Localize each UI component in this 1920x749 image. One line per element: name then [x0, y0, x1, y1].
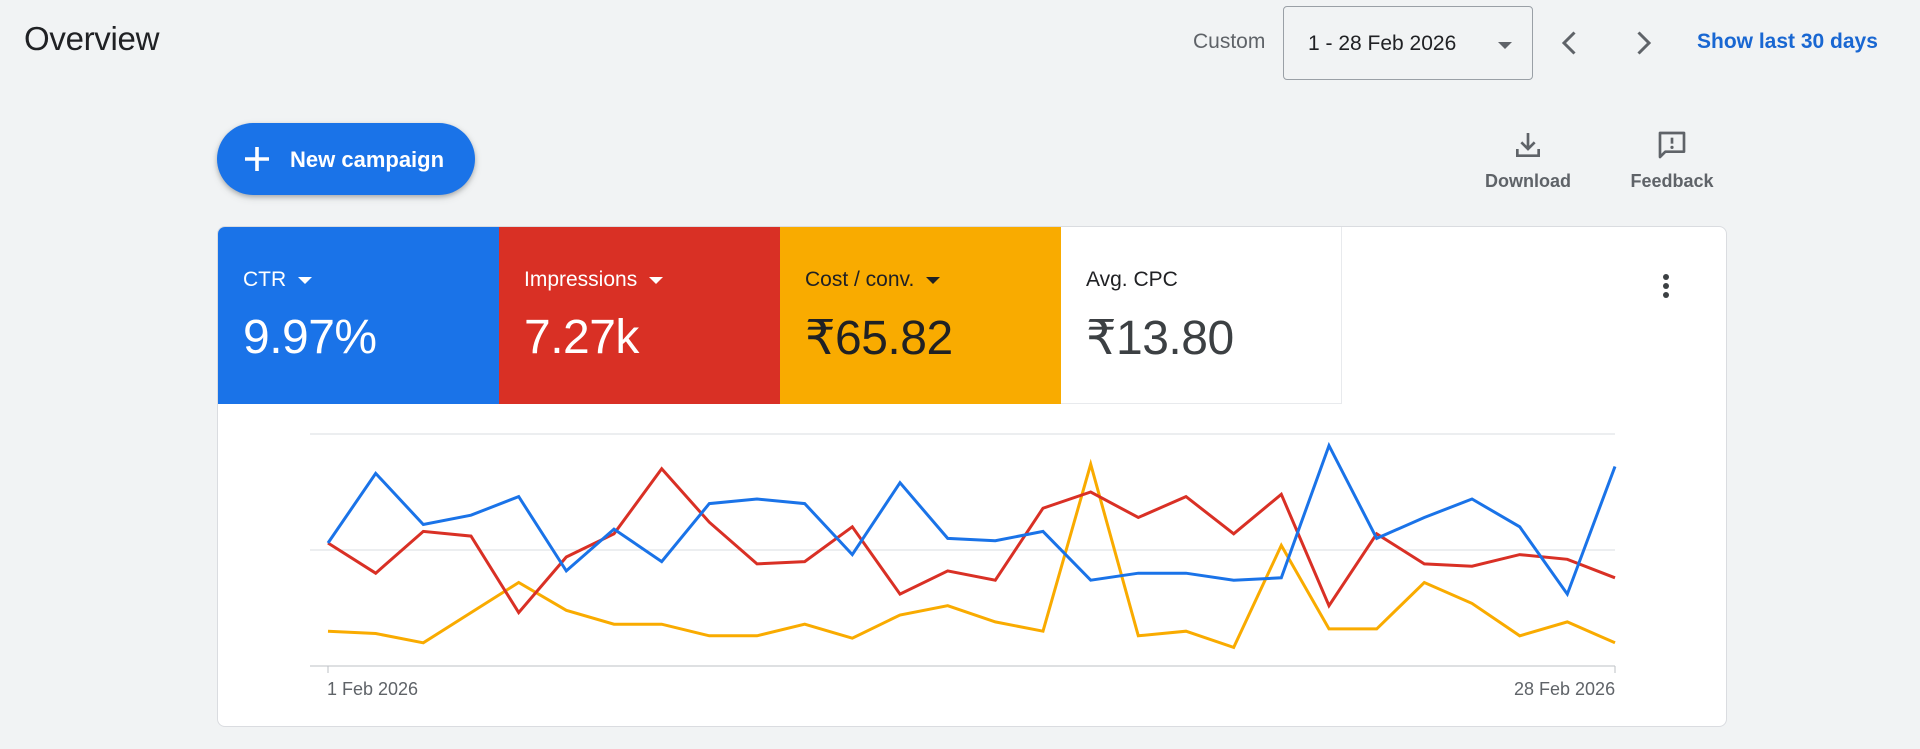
performance-card: CTR 9.97% Impressions 7.27k Cost / conv.… [217, 226, 1727, 727]
previous-period-button[interactable] [1552, 25, 1588, 61]
page-title: Overview [24, 20, 160, 57]
x-tick-label: 1 Feb 2026 [327, 679, 419, 699]
feedback-label: Feedback [1630, 171, 1714, 191]
date-range-value: 1 - 28 Feb 2026 [1308, 32, 1457, 55]
plus-icon [245, 147, 269, 171]
next-period-button[interactable] [1625, 25, 1661, 61]
show-last-30-days-link[interactable]: Show last 30 days [1697, 30, 1878, 54]
chevron-right-icon [1637, 31, 1652, 55]
chevron-left-icon [1561, 31, 1576, 55]
new-campaign-button[interactable]: New campaign [217, 123, 475, 195]
download-label: Download [1485, 171, 1571, 191]
x-tick-label: 28 Feb 2026 [1514, 679, 1616, 699]
series-line-cost-conv [327, 458, 1616, 650]
date-range-type-label: Custom [1193, 30, 1266, 53]
caret-down-icon [1498, 42, 1512, 49]
download-icon [1516, 133, 1540, 157]
download-button[interactable]: Download [1473, 125, 1583, 195]
feedback-icon [1658, 131, 1686, 159]
date-range-picker[interactable]: 1 - 28 Feb 2026 [1283, 6, 1533, 80]
line-chart [310, 433, 1617, 673]
series-line-ctr [326, 441, 1617, 598]
feedback-button[interactable]: Feedback [1617, 125, 1727, 195]
new-campaign-label: New campaign [290, 147, 445, 172]
